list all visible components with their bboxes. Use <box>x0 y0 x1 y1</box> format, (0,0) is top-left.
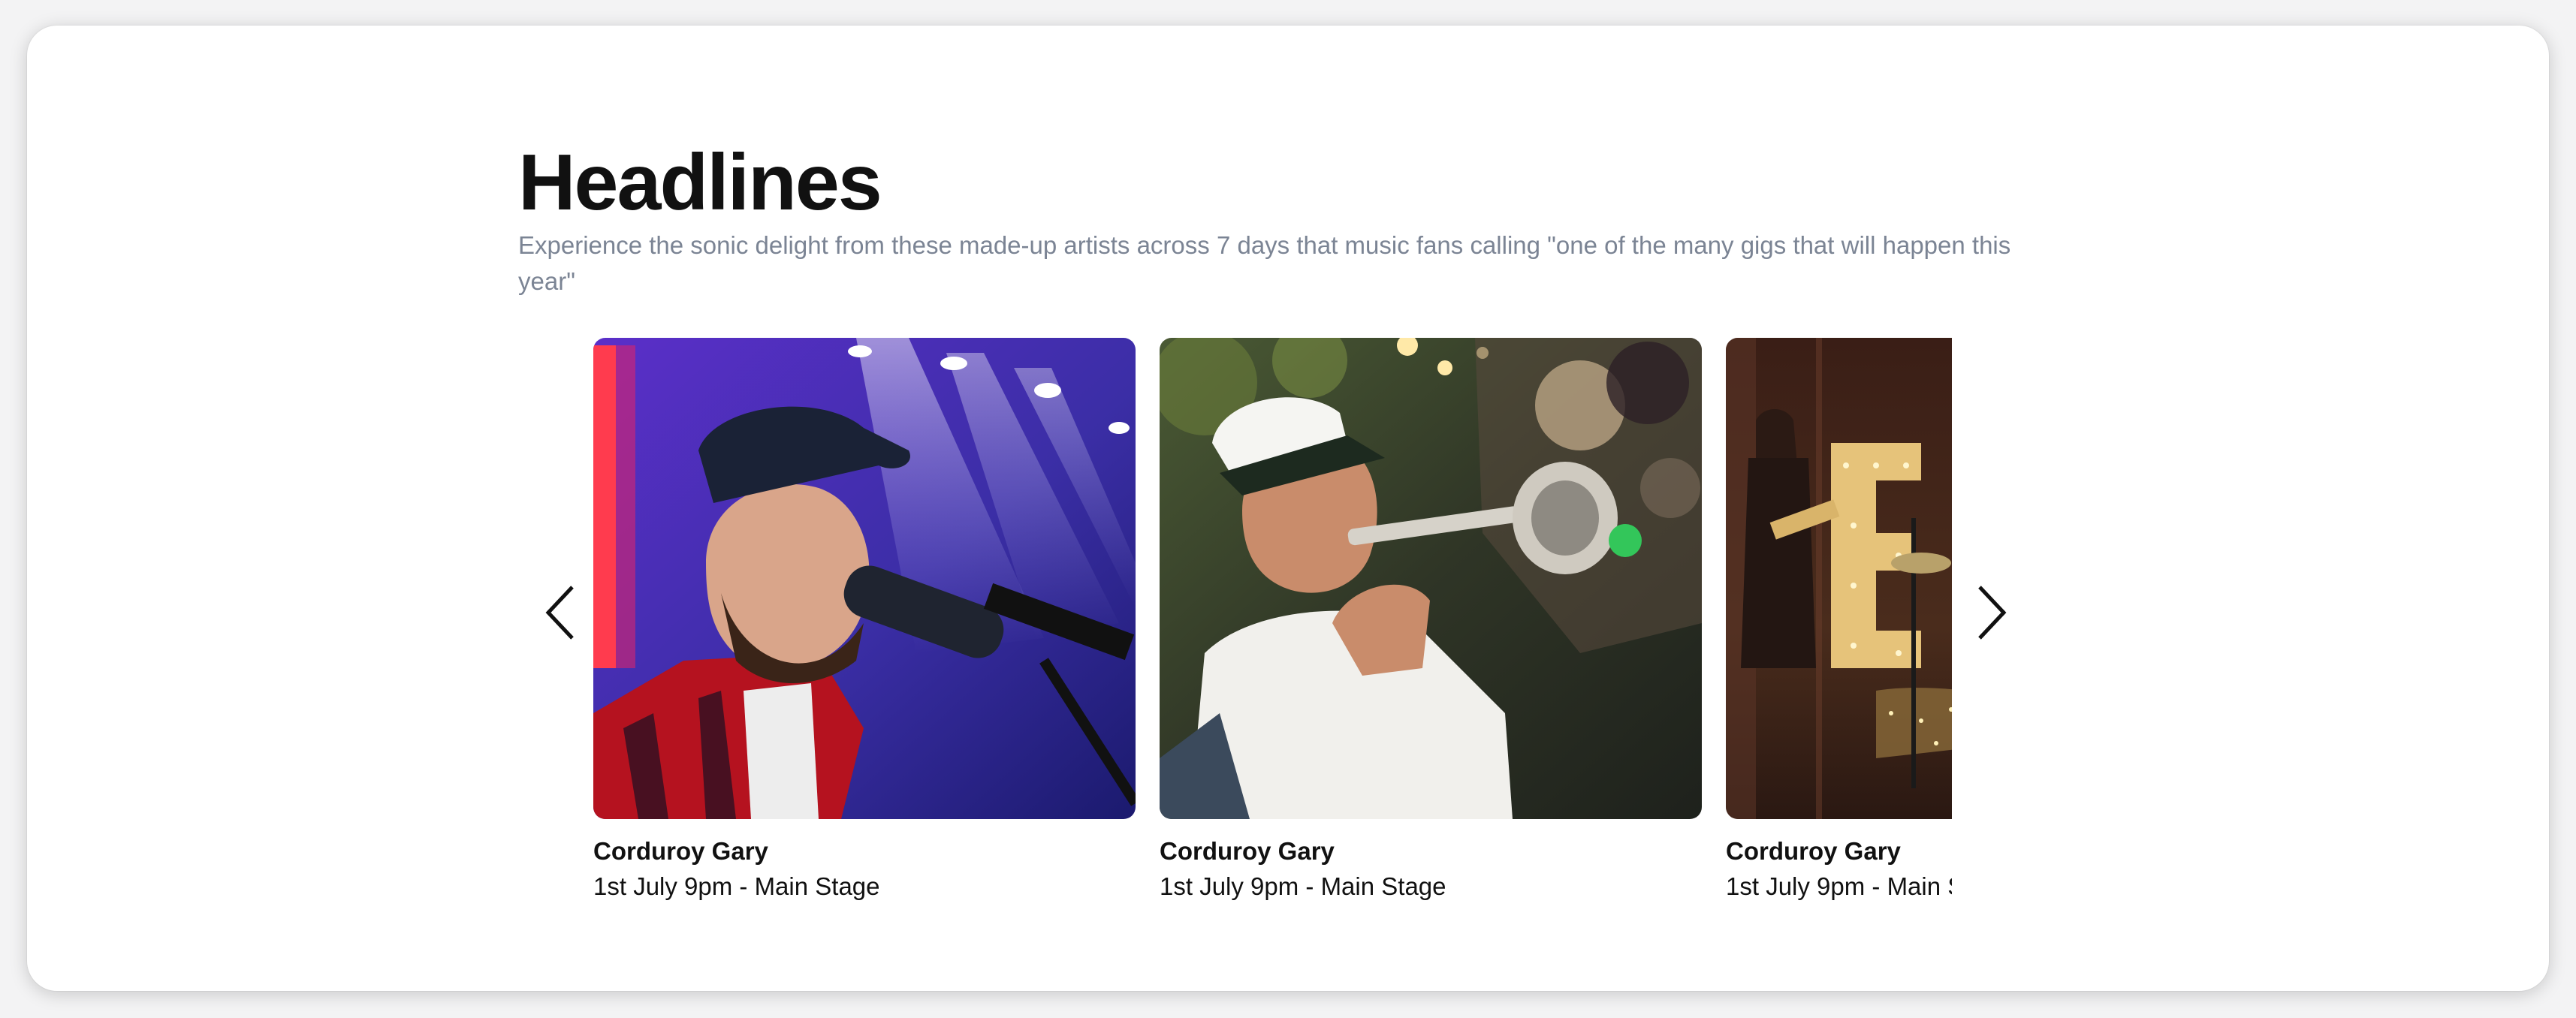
section-title: Headlines <box>518 138 882 227</box>
singer-with-microphone-photo <box>593 338 1136 819</box>
artist-card[interactable]: Corduroy Gary 1st July 9pm - Main Stage <box>593 338 1136 905</box>
band-on-stage-photo <box>1726 338 1952 819</box>
performance-details: 1st July 9pm - Main Stage <box>1160 872 1446 900</box>
carousel-prev-button[interactable] <box>541 583 586 643</box>
trumpet-player-photo <box>1160 338 1702 819</box>
headlines-section: Headlines Experience the sonic delight f… <box>518 138 2035 300</box>
artist-name: Corduroy Gary <box>593 837 768 865</box>
carousel-track: Corduroy Gary 1st July 9pm - Main Stage <box>593 338 1952 908</box>
section-description: Experience the sonic delight from these … <box>518 230 2011 295</box>
artist-name: Corduroy Gary <box>1726 837 1901 865</box>
carousel-next-button[interactable] <box>1966 583 2011 643</box>
chevron-right-icon <box>1978 586 2007 640</box>
artist-card[interactable]: Corduroy Gary 1st July 9pm - Main Stage <box>1726 338 1952 905</box>
artist-card[interactable]: Corduroy Gary 1st July 9pm - Main Stage <box>1160 338 1702 905</box>
artist-name: Corduroy Gary <box>1160 837 1335 865</box>
performance-details: 1st July 9pm - Main Stage <box>1726 872 1952 900</box>
performance-details: 1st July 9pm - Main Stage <box>593 872 880 900</box>
page-window: Headlines Experience the sonic delight f… <box>27 26 2549 991</box>
chevron-left-icon <box>545 586 574 640</box>
headliners-carousel: Corduroy Gary 1st July 9pm - Main Stage <box>518 312 2035 913</box>
